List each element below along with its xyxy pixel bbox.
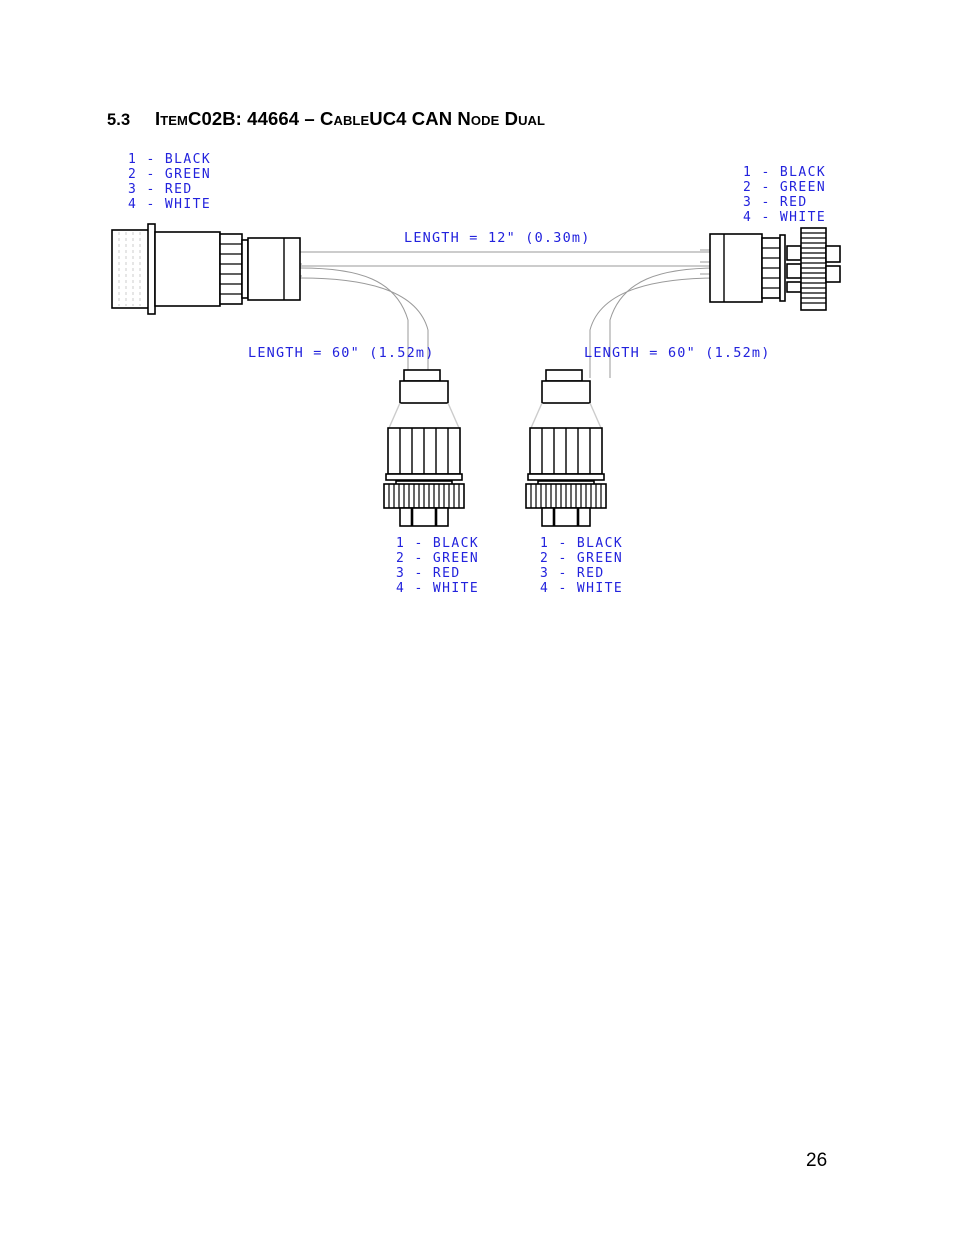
- legend-top-left-row-1: 2 - GREEN: [128, 167, 211, 182]
- connector-bl-base: [399, 507, 449, 527]
- connector-bottom-right: [525, 369, 607, 527]
- connector-right-barrel: [709, 233, 763, 303]
- connector-left-flange: [147, 223, 156, 315]
- legend-bottom-right-row-1: 2 - GREEN: [540, 551, 623, 566]
- legend-top-left-row-0: 1 - BLACK: [128, 152, 211, 167]
- connector-bl-cap: [403, 369, 441, 382]
- connector-left-barrel: [154, 231, 221, 307]
- legend-top-left: 1 - BLACK 2 - GREEN 3 - RED 4 - WHITE: [128, 152, 211, 212]
- legend-top-right: 1 - BLACK 2 - GREEN 3 - RED 4 - WHITE: [743, 165, 826, 225]
- legend-bottom-right-row-2: 3 - RED: [540, 566, 605, 581]
- connector-br-head: [541, 380, 591, 404]
- connector-br-knurl-ribs: [530, 484, 602, 508]
- connector-left-bulkhead: [111, 223, 301, 315]
- connector-right-mid-block-3: [786, 281, 802, 293]
- connector-right-endcap-1: [825, 245, 841, 263]
- connector-br-taper: [530, 402, 602, 429]
- connector-left-step: [241, 239, 249, 299]
- connector-left-tail: [247, 237, 301, 301]
- cable-branch-left-outer: [299, 267, 409, 378]
- connector-bl-taper: [388, 402, 460, 429]
- legend-bottom-right-row-3: 4 - WHITE: [540, 581, 623, 596]
- legend-bottom-right-row-0: 1 - BLACK: [540, 536, 623, 551]
- legend-bottom-left-row-2: 3 - RED: [396, 566, 461, 581]
- legend-top-right-row-1: 2 - GREEN: [743, 180, 826, 195]
- connector-right-collar: [779, 234, 786, 302]
- cable-assembly-diagram: 1 - BLACK 2 - GREEN 3 - RED 4 - WHITE 1 …: [111, 152, 841, 596]
- connector-bl-knurl-ribs: [388, 484, 460, 508]
- connector-bl-head: [399, 380, 449, 404]
- connector-right-threaded: [709, 227, 841, 311]
- length-label-branch-left: LENGTH = 60" (1.52m): [248, 345, 435, 361]
- connector-right-knurl-ribs: [801, 232, 826, 304]
- legend-bottom-right: 1 - BLACK 2 - GREEN 3 - RED 4 - WHITE: [540, 536, 623, 596]
- connector-br-cap: [545, 369, 583, 382]
- legend-bottom-left: 1 - BLACK 2 - GREEN 3 - RED 4 - WHITE: [396, 536, 479, 596]
- legend-top-left-row-2: 3 - RED: [128, 182, 193, 197]
- connector-br-ring: [527, 473, 605, 481]
- legend-top-right-row-0: 1 - BLACK: [743, 165, 826, 180]
- legend-bottom-left-row-0: 1 - BLACK: [396, 536, 479, 551]
- connector-right-endcap-2: [825, 265, 841, 283]
- cable-branch-right-outer: [609, 267, 719, 378]
- connector-bottom-left: [383, 369, 465, 527]
- cable-branch-right-inner: [589, 277, 719, 378]
- legend-top-right-row-2: 3 - RED: [743, 195, 808, 210]
- connector-right-mid-block-2: [786, 263, 802, 279]
- page-number: 26: [806, 1150, 828, 1171]
- connector-left-body-hatched: [111, 229, 151, 309]
- legend-top-right-row-3: 4 - WHITE: [743, 210, 826, 225]
- legend-bottom-left-row-3: 4 - WHITE: [396, 581, 479, 596]
- connector-right-mid-block-1: [786, 245, 802, 261]
- connector-bl-ring: [385, 473, 463, 481]
- legend-bottom-left-row-1: 2 - GREEN: [396, 551, 479, 566]
- connector-br-base: [541, 507, 591, 527]
- legend-top-left-row-3: 4 - WHITE: [128, 197, 211, 212]
- cable-branch-left-inner: [299, 277, 429, 378]
- length-label-main: LENGTH = 12" (0.30m): [404, 230, 591, 246]
- length-label-branch-right: LENGTH = 60" (1.52m): [584, 345, 771, 361]
